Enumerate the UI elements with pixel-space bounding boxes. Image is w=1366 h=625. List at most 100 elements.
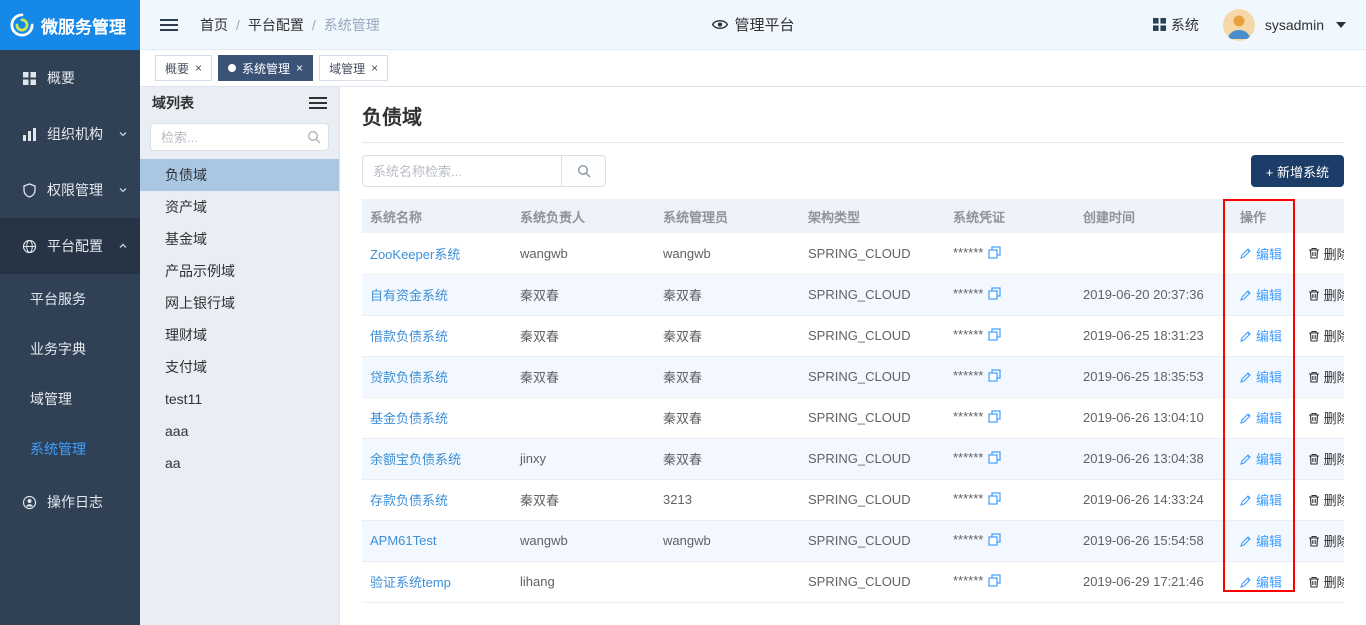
credential-mask: ****** <box>953 368 983 383</box>
tab-domain-management[interactable]: 域管理 × <box>319 55 388 81</box>
system-menu-label: 系统 <box>1171 15 1199 35</box>
domain-item-label: aa <box>165 455 181 471</box>
domain-item[interactable]: 理财域 <box>140 319 339 351</box>
system-name-link[interactable]: 自有资金系统 <box>370 288 448 303</box>
system-admin-cell: wangwb <box>655 233 800 274</box>
system-name-link[interactable]: 余额宝负债系统 <box>370 452 461 467</box>
domain-item[interactable]: 产品示例域 <box>140 255 339 287</box>
system-name-link[interactable]: 基金负债系统 <box>370 411 448 426</box>
sidebar-item-overview[interactable]: 概要 <box>0 50 140 106</box>
domain-item[interactable]: 负债域 <box>140 159 339 191</box>
system-name-link[interactable]: 贷款负债系统 <box>370 370 448 385</box>
breadcrumb-home[interactable]: 首页 <box>200 15 228 35</box>
sidebar-subitem[interactable]: 业务字典 <box>0 324 140 374</box>
edit-button[interactable]: 编辑 <box>1240 490 1282 509</box>
domain-panel-title: 域列表 <box>152 93 194 113</box>
copy-icon[interactable] <box>988 451 1001 467</box>
credential-mask: ****** <box>953 286 983 301</box>
domain-panel: 域列表 负债域 资产域 基金域 产品示例域 网上银行域 理财域 支付域 test… <box>140 87 340 625</box>
edit-button[interactable]: 编辑 <box>1240 285 1282 304</box>
system-name-link[interactable]: APM61Test <box>370 533 436 548</box>
copy-icon[interactable] <box>988 410 1001 426</box>
delete-button[interactable]: 删除 <box>1308 531 1344 550</box>
add-system-button[interactable]: + 新增系统 <box>1251 155 1344 187</box>
domain-item[interactable]: 基金域 <box>140 223 339 255</box>
domain-item[interactable]: 网上银行域 <box>140 287 339 319</box>
sidebar-subitem[interactable]: 系统管理 <box>0 424 140 474</box>
sidebar-item-permissions[interactable]: 权限管理 <box>0 162 140 218</box>
table-row: APM61Test wangwb wangwb SPRING_CLOUD ***… <box>362 520 1344 561</box>
tab-system-management[interactable]: 系统管理 × <box>218 55 313 81</box>
credential-mask: ****** <box>953 245 983 260</box>
close-icon[interactable]: × <box>296 62 303 74</box>
system-name-link[interactable]: 存款负债系统 <box>370 493 448 508</box>
delete-button-label: 删除 <box>1324 285 1344 304</box>
domain-item[interactable]: test11 <box>140 383 339 415</box>
sidebar-subitem-label: 平台服务 <box>30 291 86 307</box>
system-owner-cell: 秦双春 <box>512 356 655 397</box>
edit-button-label: 编辑 <box>1256 285 1282 304</box>
tab-label: 概要 <box>165 60 189 77</box>
avatar[interactable] <box>1223 9 1255 41</box>
copy-icon[interactable] <box>988 369 1001 385</box>
close-icon[interactable]: × <box>371 62 378 74</box>
delete-button-label: 删除 <box>1324 490 1344 509</box>
system-menu-button[interactable]: 系统 <box>1153 15 1199 35</box>
copy-icon[interactable] <box>988 533 1001 549</box>
close-icon[interactable]: × <box>195 62 202 74</box>
delete-button[interactable]: 删除 <box>1308 326 1344 345</box>
platform-title: 管理平台 <box>711 14 794 35</box>
system-table-body: ZooKeeper系统 wangwb wangwb SPRING_CLOUD *… <box>362 233 1344 602</box>
hamburger-icon[interactable] <box>160 19 178 31</box>
sidebar-subitem[interactable]: 域管理 <box>0 374 140 424</box>
tab-overview[interactable]: 概要 × <box>155 55 212 81</box>
domain-item[interactable]: aa <box>140 447 339 479</box>
domain-item[interactable]: 资产域 <box>140 191 339 223</box>
edit-button[interactable]: 编辑 <box>1240 572 1282 591</box>
arch-type-cell: SPRING_CLOUD <box>800 315 945 356</box>
system-name-link[interactable]: ZooKeeper系统 <box>370 247 460 262</box>
domain-item-label: aaa <box>165 423 188 439</box>
delete-button[interactable]: 删除 <box>1308 408 1344 427</box>
domain-menu-icon[interactable] <box>309 97 327 109</box>
domain-search-input[interactable] <box>150 123 329 151</box>
search-button[interactable] <box>562 155 606 187</box>
copy-icon[interactable] <box>988 246 1001 262</box>
edit-button[interactable]: 编辑 <box>1240 326 1282 345</box>
copy-icon[interactable] <box>988 492 1001 508</box>
edit-button-label: 编辑 <box>1256 490 1282 509</box>
edit-button[interactable]: 编辑 <box>1240 449 1282 468</box>
copy-icon[interactable] <box>988 328 1001 344</box>
system-name-link[interactable]: 借款负债系统 <box>370 329 448 344</box>
system-name-link[interactable]: 验证系统temp <box>370 575 451 590</box>
delete-button[interactable]: 删除 <box>1308 572 1344 591</box>
domain-item-label: 网上银行域 <box>165 295 235 311</box>
domain-item-label: test11 <box>165 391 202 407</box>
username-label[interactable]: sysadmin <box>1265 17 1324 33</box>
sidebar-item-operation-log[interactable]: 操作日志 <box>0 474 140 530</box>
copy-icon[interactable] <box>988 574 1001 590</box>
delete-button[interactable]: 删除 <box>1308 490 1344 509</box>
domain-item[interactable]: aaa <box>140 415 339 447</box>
edit-button[interactable]: 编辑 <box>1240 408 1282 427</box>
sidebar-item-platform-config[interactable]: 平台配置 <box>0 218 140 274</box>
breadcrumb-platform-config[interactable]: 平台配置 <box>248 15 304 35</box>
arch-type-cell: SPRING_CLOUD <box>800 561 945 602</box>
delete-button[interactable]: 删除 <box>1308 367 1344 386</box>
user-dropdown-caret-icon[interactable] <box>1336 22 1346 28</box>
edit-button[interactable]: 编辑 <box>1240 244 1282 263</box>
system-owner-cell: lihang <box>512 561 655 602</box>
delete-button[interactable]: 删除 <box>1308 285 1344 304</box>
system-table: 系统名称 系统负责人 系统管理员 架构类型 系统凭证 创建时间 操作 ZooKe… <box>362 199 1344 603</box>
created-time-cell: 2019-06-26 13:04:10 <box>1075 397 1232 438</box>
domain-item[interactable]: 支付域 <box>140 351 339 383</box>
copy-icon[interactable] <box>988 287 1001 303</box>
edit-button[interactable]: 编辑 <box>1240 367 1282 386</box>
system-search-input[interactable] <box>362 155 562 187</box>
edit-button[interactable]: 编辑 <box>1240 531 1282 550</box>
sidebar-item-organization[interactable]: 组织机构 <box>0 106 140 162</box>
delete-button[interactable]: 删除 <box>1308 244 1344 263</box>
delete-button[interactable]: 删除 <box>1308 449 1344 468</box>
sidebar-subitem[interactable]: 平台服务 <box>0 274 140 324</box>
credential-mask: ****** <box>953 573 983 588</box>
